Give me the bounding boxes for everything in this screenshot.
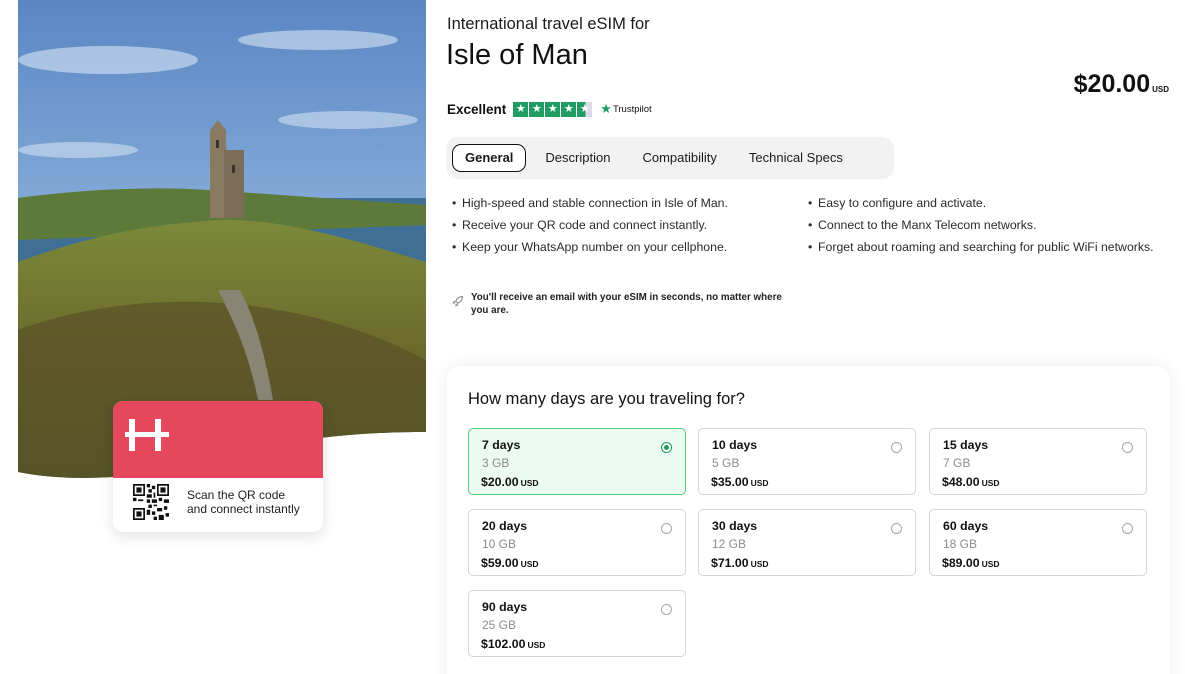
plan-days: 30 days — [712, 519, 758, 533]
promo-banner — [113, 401, 323, 478]
star-icon: ★ — [545, 101, 561, 117]
plan-option-60-days[interactable]: 60 days 18 GB $89.00 USD — [929, 509, 1147, 576]
plan-data: 5 GB — [712, 456, 740, 470]
feature-column-right: Easy to configure and activate. Connect … — [808, 195, 1164, 261]
plan-days: 10 days — [712, 438, 758, 452]
trustpilot-star-icon: ★ — [600, 101, 612, 116]
plan-data: 25 GB — [482, 618, 517, 632]
qr-code-icon — [133, 484, 169, 520]
brand-logo-icon — [125, 419, 169, 451]
feature-column-left: High-speed and stable connection in Isle… — [452, 195, 808, 261]
feature-item: High-speed and stable connection in Isle… — [452, 195, 808, 211]
plan-price: $71.00 USD — [711, 556, 769, 570]
star-icon: ★ — [561, 101, 577, 117]
feature-list: High-speed and stable connection in Isle… — [452, 195, 1172, 261]
plan-radio[interactable] — [661, 442, 672, 453]
feature-item: Connect to the Manx Telecom networks. — [808, 217, 1164, 233]
plan-days: 20 days — [482, 519, 528, 533]
qr-promo-text: Scan the QR code and connect instantly — [187, 487, 300, 517]
feature-item: Easy to configure and activate. — [808, 195, 1164, 211]
main-price-amount: $20.00 — [1073, 70, 1151, 98]
main-price-currency: USD — [1152, 85, 1169, 94]
page-title: Isle of Man — [446, 39, 588, 71]
plan-data: 7 GB — [943, 456, 971, 470]
plan-data: 10 GB — [482, 537, 517, 551]
email-note: You'll receive an email with your eSIM i… — [452, 292, 801, 317]
plan-option-90-days[interactable]: 90 days 25 GB $102.00 USD — [468, 590, 686, 657]
plan-option-15-days[interactable]: 15 days 7 GB $48.00 USD — [929, 428, 1147, 495]
plan-price: $102.00 USD — [481, 637, 546, 651]
plan-data: 12 GB — [712, 537, 747, 551]
plan-radio[interactable] — [661, 604, 672, 615]
plan-price: $20.00 USD — [481, 475, 539, 489]
star-icon: ★ — [513, 101, 529, 117]
plan-data: 3 GB — [482, 456, 510, 470]
plan-radio[interactable] — [1122, 442, 1133, 453]
plan-data: 18 GB — [943, 537, 978, 551]
half-star-icon: ★ — [577, 101, 593, 117]
plan-days: 90 days — [482, 600, 528, 614]
star-icon: ★ — [529, 101, 545, 117]
main-price: $20.00 USD — [1074, 70, 1169, 99]
plan-price: $48.00 USD — [942, 475, 1000, 489]
plan-radio[interactable] — [661, 523, 672, 534]
qr-promo-card: Scan the QR code and connect instantly — [113, 401, 323, 532]
trustpilot-rating[interactable]: Excellent ★ ★ ★ ★ ★ ★ Trustpilot — [447, 101, 652, 117]
plan-option-7-days[interactable]: 7 days 3 GB $20.00 USD — [468, 428, 686, 495]
plan-price: $35.00 USD — [711, 475, 769, 489]
tab-general[interactable]: General — [452, 144, 527, 172]
plan-option-30-days[interactable]: 30 days 12 GB $71.00 USD — [698, 509, 916, 576]
plan-option-10-days[interactable]: 10 days 5 GB $35.00 USD — [698, 428, 916, 495]
plan-radio[interactable] — [1122, 523, 1133, 534]
plan-days: 7 days — [482, 438, 521, 452]
plan-radio[interactable] — [891, 442, 902, 453]
plan-price: $59.00 USD — [481, 556, 539, 570]
plans-title: How many days are you traveling for? — [468, 390, 745, 408]
rocket-icon — [452, 295, 464, 307]
email-note-text: You'll receive an email with your eSIM i… — [471, 292, 782, 316]
info-tabs: General Description Compatibility Techni… — [446, 137, 894, 179]
tab-technical-specs[interactable]: Technical Specs — [736, 144, 856, 172]
trustpilot-logo: ★ Trustpilot — [600, 101, 651, 117]
rating-stars: ★ ★ ★ ★ ★ — [513, 101, 593, 117]
plan-option-20-days[interactable]: 20 days 10 GB $59.00 USD — [468, 509, 686, 576]
feature-item: Forget about roaming and searching for p… — [808, 239, 1164, 255]
trustpilot-wordmark: Trustpilot — [612, 103, 652, 115]
plan-price: $89.00 USD — [942, 556, 1000, 570]
rating-label: Excellent — [447, 101, 507, 117]
page-subtitle: International travel eSIM for — [447, 15, 650, 33]
feature-item: Keep your WhatsApp number on your cellph… — [452, 239, 808, 255]
plan-radio[interactable] — [891, 523, 902, 534]
plan-days: 60 days — [943, 519, 989, 533]
tab-description[interactable]: Description — [532, 144, 623, 172]
tab-compatibility[interactable]: Compatibility — [629, 144, 729, 172]
feature-item: Receive your QR code and connect instant… — [452, 217, 808, 233]
plan-days: 15 days — [943, 438, 989, 452]
plan-selector: How many days are you traveling for? 7 d… — [447, 366, 1170, 674]
